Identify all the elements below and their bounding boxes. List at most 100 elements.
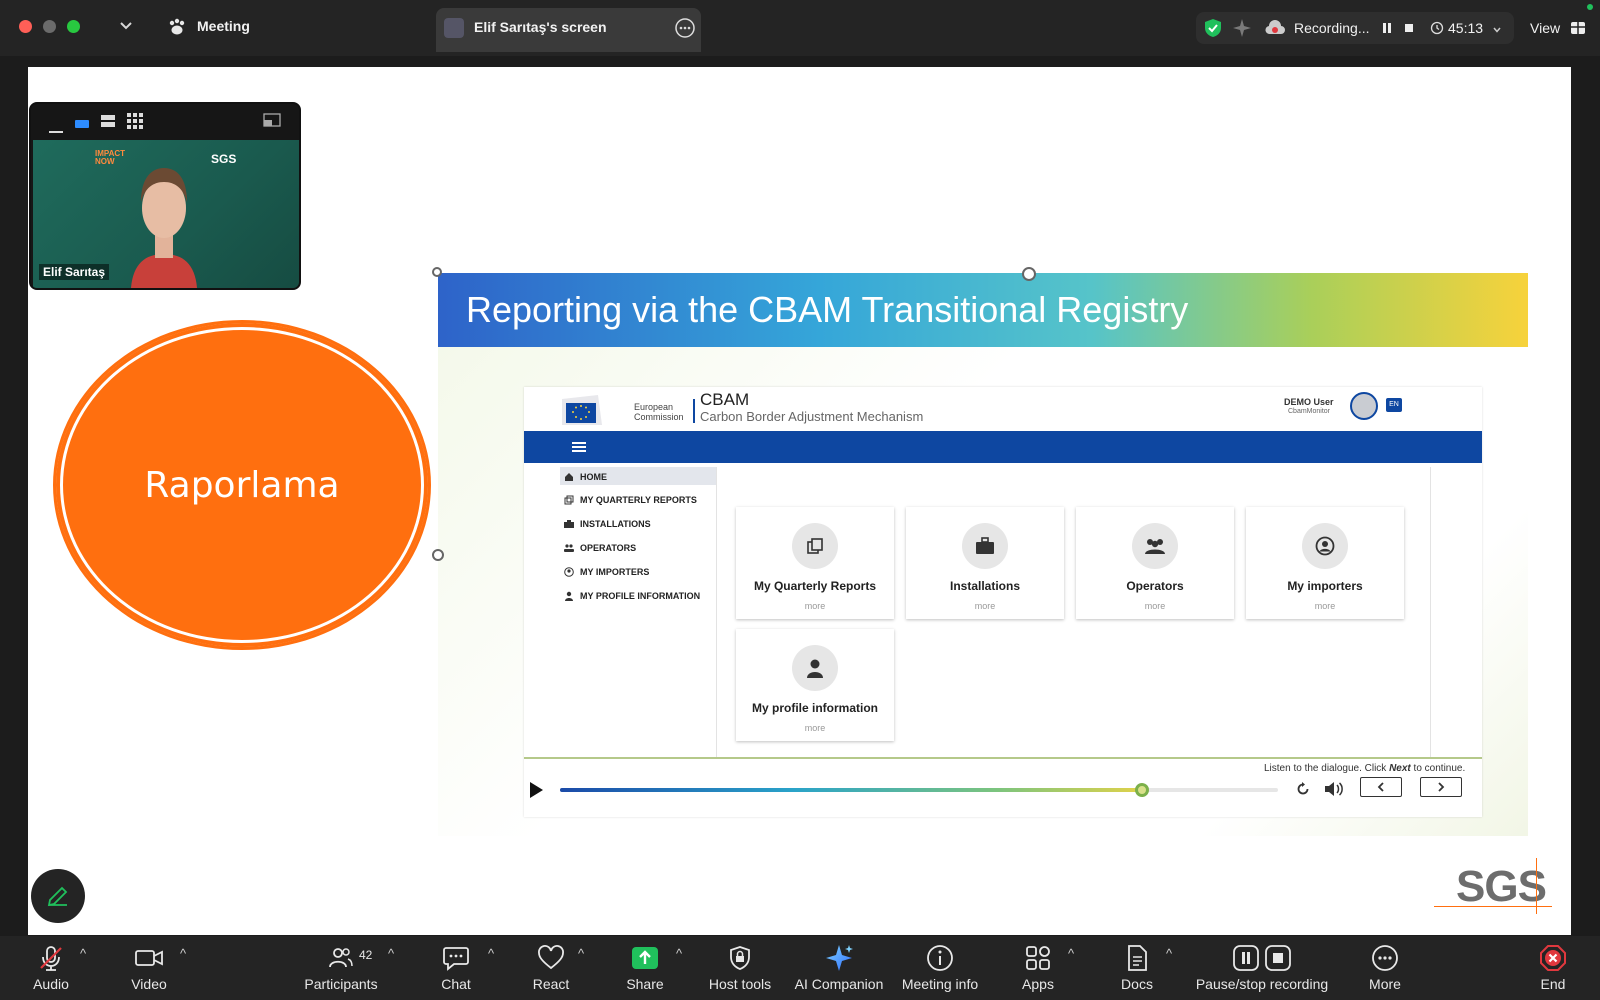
pause-stop-recording-button[interactable]: Pause/stop recording <box>1194 936 1330 1000</box>
more-button[interactable]: More <box>1364 936 1406 1000</box>
sidebar-item-home: HOME <box>564 472 607 482</box>
more-options-icon[interactable] <box>674 17 696 44</box>
chevron-down-icon[interactable] <box>118 17 134 38</box>
meeting-info-label: Meeting info <box>901 976 979 992</box>
replay-icon[interactable] <box>1296 782 1310 801</box>
card-more-link: more <box>804 723 826 733</box>
next-slide-button[interactable] <box>1420 777 1462 797</box>
end-label: End <box>1540 976 1566 992</box>
docs-button[interactable]: Docs <box>1117 936 1157 1000</box>
user-name: DEMO User <box>1284 397 1334 407</box>
host-tools-label: Host tools <box>708 976 772 992</box>
close-window-button[interactable] <box>19 20 32 33</box>
pause-recording-icon[interactable] <box>1380 21 1394 40</box>
eu-flag-logo <box>562 395 602 425</box>
share-button[interactable]: Share <box>624 936 666 1000</box>
chat-button[interactable]: Chat <box>436 936 476 1000</box>
video-label: Video <box>131 976 167 992</box>
slide-title-banner: Reporting via the CBAM Transitional Regi… <box>438 273 1528 347</box>
status-dot <box>1587 4 1593 10</box>
pencil-icon <box>47 886 68 907</box>
share-options-caret-icon[interactable]: ^ <box>676 946 682 961</box>
meeting-paw-icon <box>167 17 187 42</box>
card-operators: Operators more <box>1076 507 1234 619</box>
chevron-right-icon <box>1438 782 1445 792</box>
cloud-recording-icon <box>1264 20 1286 41</box>
chevron-left-icon <box>1377 782 1384 792</box>
host-tools-button[interactable]: Host tools <box>706 936 774 1000</box>
apps-options-caret-icon[interactable]: ^ <box>1068 946 1074 961</box>
chevron-down-icon[interactable] <box>1492 22 1502 40</box>
progress-track[interactable] <box>560 783 1278 797</box>
pop-out-icon[interactable] <box>263 113 281 132</box>
sidebar-item-profile: MY PROFILE INFORMATION <box>564 591 700 601</box>
audio-label: Audio <box>33 976 69 992</box>
sidebar-item-importers: MY IMPORTERS <box>564 567 649 577</box>
reports-icon <box>564 495 574 505</box>
single-view-icon[interactable] <box>75 116 89 134</box>
audio-options-caret-icon[interactable]: ^ <box>80 946 86 961</box>
volume-icon[interactable] <box>1324 781 1344 802</box>
participants-options-caret-icon[interactable]: ^ <box>388 946 394 961</box>
video-button[interactable]: Video <box>126 936 172 1000</box>
content-divider <box>1430 467 1431 757</box>
group-icon <box>564 544 574 552</box>
annotate-button[interactable] <box>31 869 85 923</box>
react-button[interactable]: React <box>530 936 572 1000</box>
stacked-view-icon[interactable] <box>101 114 115 133</box>
play-icon[interactable] <box>528 781 544 804</box>
screen-tab-label: Elif Sarıtaş's screen <box>474 19 607 35</box>
ai-companion-label: AI Companion <box>794 976 884 992</box>
end-x-icon <box>1539 940 1567 976</box>
meeting-title[interactable]: Meeting <box>197 18 250 34</box>
minimize-window-button[interactable] <box>43 20 56 33</box>
encryption-shield-icon[interactable] <box>1202 17 1224 44</box>
resize-handle[interactable] <box>432 267 442 277</box>
react-options-caret-icon[interactable]: ^ <box>578 946 584 961</box>
apps-button[interactable]: Apps <box>1018 936 1058 1000</box>
shield-icon <box>728 940 752 976</box>
user-avatar-icon <box>1350 392 1378 420</box>
share-label: Share <box>626 976 664 992</box>
heart-icon <box>537 940 565 976</box>
docs-label: Docs <box>1121 976 1153 992</box>
participants-button[interactable]: Participants <box>302 936 380 1000</box>
progress-fill <box>560 788 1142 792</box>
card-more-link: more <box>804 601 826 611</box>
title-bar: Meeting Elif Sarıtaş's screen Recording.… <box>0 0 1600 56</box>
sidebar-item-installations: INSTALLATIONS <box>564 519 651 529</box>
audio-button[interactable]: Audio <box>28 936 74 1000</box>
docs-options-caret-icon[interactable]: ^ <box>1166 946 1172 961</box>
resize-handle[interactable] <box>432 549 444 561</box>
chat-label: Chat <box>441 976 471 992</box>
participants-count-badge: 42 <box>359 948 373 962</box>
cbam-app-title: CBAM <box>700 390 750 409</box>
slide-media-player: Listen to the dialogue. Click Next to co… <box>524 757 1482 817</box>
video-camera-icon <box>134 940 164 976</box>
minimize-video-icon[interactable] <box>49 121 63 139</box>
ai-companion-button[interactable]: AI Companion <box>794 936 884 1000</box>
tab-shared-screen[interactable]: Elif Sarıtaş's screen <box>436 8 701 52</box>
video-options-caret-icon[interactable]: ^ <box>180 946 186 961</box>
participant-video-tile[interactable]: IMPACT NOW SGS Elif Sarıtaş <box>29 102 301 290</box>
sgs-brand-logo: SGS <box>1456 862 1547 911</box>
end-meeting-button[interactable]: End <box>1538 936 1568 1000</box>
progress-knob[interactable] <box>1134 783 1149 797</box>
ai-sparkle-icon[interactable] <box>1232 18 1252 43</box>
meeting-info-button[interactable]: Meeting info <box>900 936 980 1000</box>
embedded-slide: Reporting via the CBAM Transitional Regi… <box>432 267 1528 836</box>
more-label: More <box>1369 976 1401 992</box>
stop-recording-icon[interactable] <box>1402 21 1416 40</box>
resize-handle[interactable] <box>1022 267 1036 281</box>
participant-silhouette <box>131 168 197 288</box>
chat-options-caret-icon[interactable]: ^ <box>488 946 494 961</box>
view-button[interactable]: View <box>1518 12 1590 44</box>
prev-slide-button[interactable] <box>1360 777 1402 797</box>
card-title: Installations <box>949 579 1020 593</box>
participants-label: Participants <box>304 976 378 992</box>
sidebar-label: HOME <box>580 472 607 482</box>
header-divider <box>693 399 695 423</box>
briefcase-icon <box>564 520 574 528</box>
gallery-view-icon[interactable] <box>127 113 143 134</box>
fullscreen-window-button[interactable] <box>67 20 80 33</box>
